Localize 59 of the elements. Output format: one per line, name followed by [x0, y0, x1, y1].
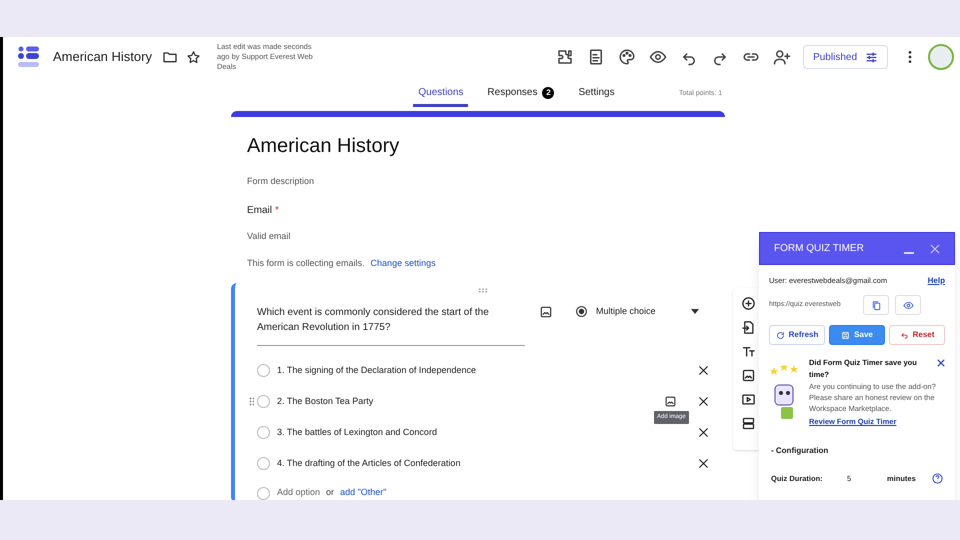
section-icon[interactable]: [740, 416, 756, 431]
preview-button[interactable]: [895, 295, 921, 315]
palette-icon[interactable]: [618, 48, 636, 66]
close-icon[interactable]: [937, 359, 945, 367]
help-link[interactable]: Help: [928, 275, 945, 287]
option-field[interactable]: 3. The battles of Lexington and Concord: [277, 426, 577, 440]
configuration-heading[interactable]: - Configuration: [759, 445, 955, 458]
or-text: or: [326, 486, 334, 500]
response-count: 2: [542, 86, 554, 98]
email-label: Email: [247, 204, 272, 218]
refresh-icon[interactable]: [776, 330, 785, 340]
required-mark: *: [275, 204, 279, 218]
form-title[interactable]: American History: [53, 47, 152, 67]
copy-button[interactable]: [863, 295, 889, 315]
tab[interactable]: Settings: [573, 81, 620, 107]
panel-title: FORM QUIZ TIMER: [774, 242, 865, 256]
star-icon[interactable]: [186, 50, 201, 64]
image-icon[interactable]: [740, 368, 756, 383]
video-icon[interactable]: [740, 392, 756, 407]
question-type-dropdown[interactable]: Multiple choice: [575, 305, 699, 318]
published-button[interactable]: Published: [803, 45, 888, 69]
email-field: Valid email: [247, 230, 725, 243]
option-field[interactable]: 4. The drafting of the Articles of Confederation: [277, 456, 577, 470]
reset-button[interactable]: Reset: [889, 325, 945, 345]
puzzle-icon[interactable]: [556, 48, 574, 66]
question-field[interactable]: Which event is commonly considered the start of the American Revolution in 1775?: [257, 305, 525, 346]
close-icon[interactable]: [697, 426, 710, 439]
image-icon[interactable]: [664, 395, 677, 408]
caret-icon: [691, 309, 699, 314]
description-field[interactable]: Form description: [247, 175, 725, 188]
drag-handle-icon[interactable]: [249, 397, 254, 406]
drag-handle-icon[interactable]: [478, 288, 488, 293]
form-heading[interactable]: American History: [247, 131, 725, 161]
add-person-icon[interactable]: [773, 48, 792, 66]
option-field[interactable]: 1. The signing of the Declaration of Independence: [277, 364, 577, 378]
add-option-field[interactable]: Add option: [277, 486, 320, 500]
add-circle-icon[interactable]: [740, 296, 756, 311]
save-icon[interactable]: [841, 330, 850, 340]
close-icon[interactable]: [697, 395, 710, 408]
forms-logo-icon[interactable]: [17, 45, 41, 69]
tab[interactable]: Responses 2: [482, 81, 560, 107]
copy-icon[interactable]: [870, 300, 882, 310]
tab[interactable]: Questions: [413, 81, 468, 107]
undo-icon[interactable]: [900, 330, 909, 340]
help-icon[interactable]: [932, 473, 943, 484]
eye-icon[interactable]: [649, 48, 668, 66]
close-icon[interactable]: [697, 457, 710, 470]
radio-selected-icon: [575, 305, 588, 318]
image-icon[interactable]: [539, 305, 553, 319]
collecting-note: This form is collecting emails.: [247, 257, 365, 270]
change-settings-link[interactable]: Change settings: [370, 257, 436, 270]
option-field[interactable]: 2. The Boston Tea Party: [277, 394, 577, 408]
import-icon[interactable]: [740, 320, 756, 335]
text-size-icon[interactable]: [740, 344, 756, 359]
refresh-button[interactable]: Refresh: [769, 325, 825, 345]
sliders-icon: [865, 50, 878, 64]
eye-icon[interactable]: [902, 300, 914, 310]
close-icon[interactable]: [697, 364, 710, 377]
add-other-link[interactable]: add "Other": [340, 486, 386, 500]
